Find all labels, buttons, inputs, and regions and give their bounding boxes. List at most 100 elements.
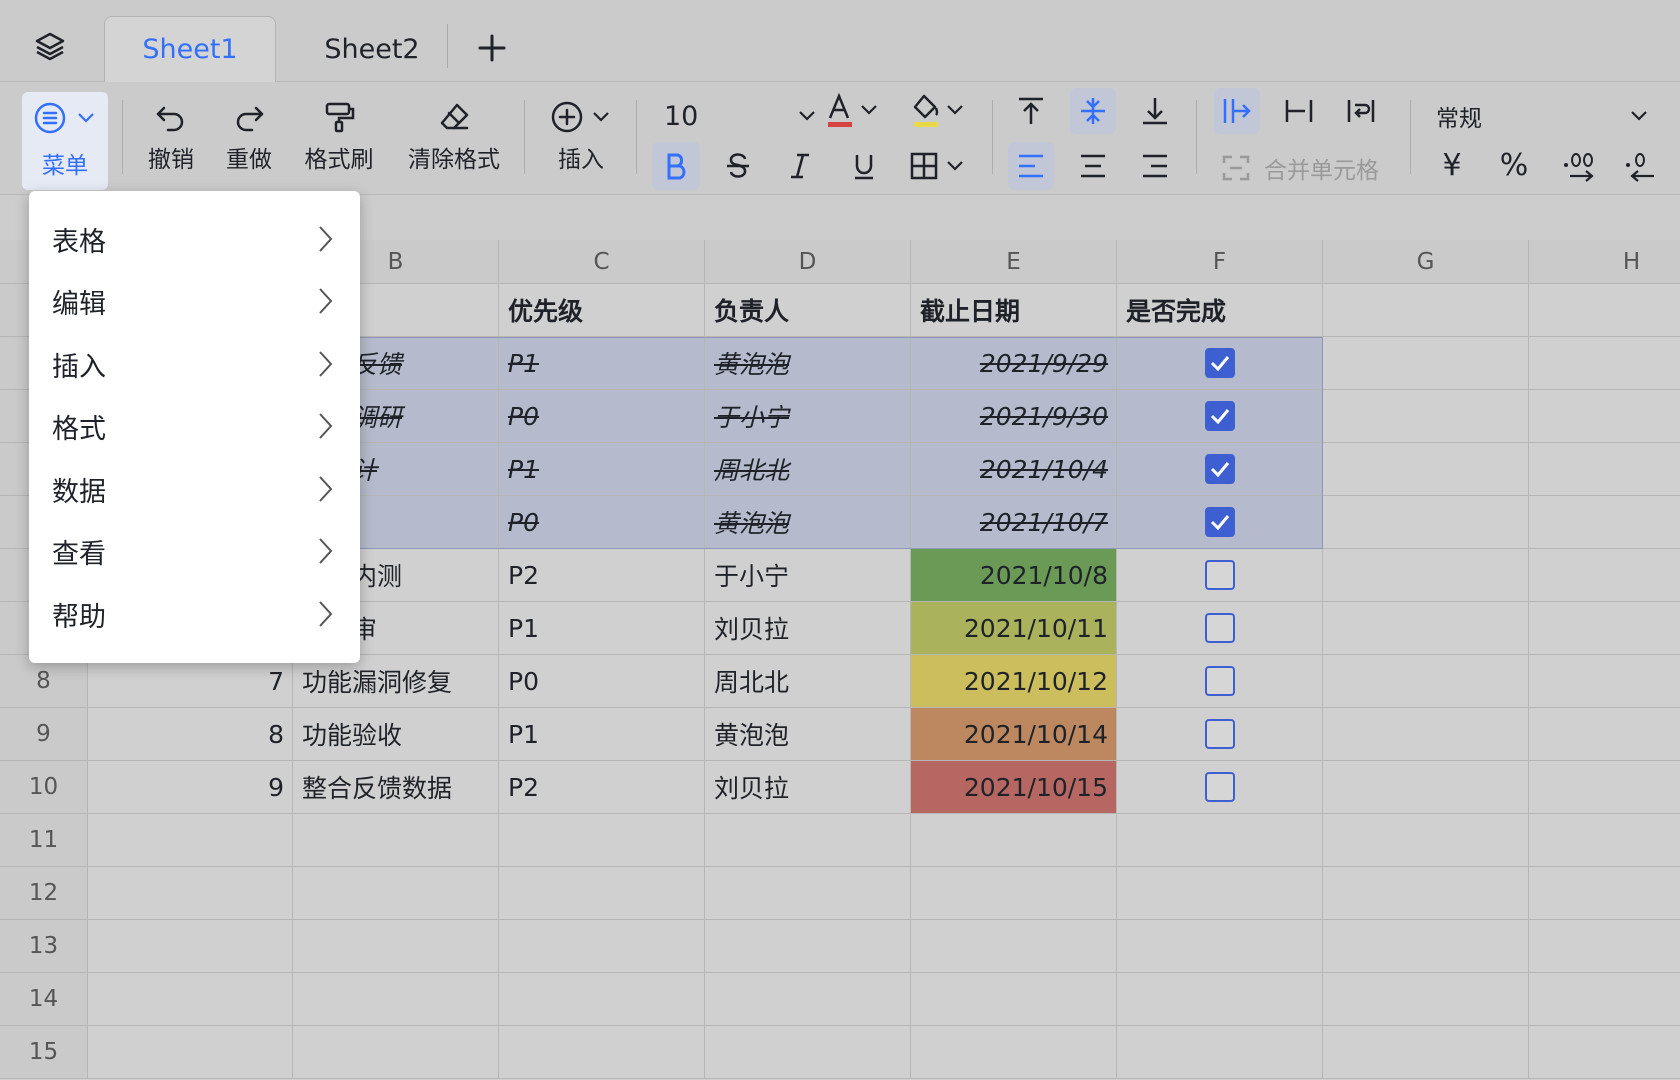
table-cell[interactable]: 是否完成	[1117, 284, 1323, 337]
underline-button[interactable]	[840, 142, 888, 190]
align-bottom-button[interactable]	[1132, 88, 1178, 134]
table-cell[interactable]: P1	[499, 337, 705, 390]
menu-item-help[interactable]: 帮助	[29, 583, 360, 645]
menu-item-edit[interactable]: 编辑	[29, 270, 360, 332]
table-cell[interactable]	[1323, 443, 1529, 496]
table-cell[interactable]: P1	[499, 708, 705, 761]
table-cell[interactable]	[1323, 761, 1529, 814]
table-cell[interactable]	[88, 973, 293, 1026]
text-clip-button[interactable]	[1276, 88, 1322, 134]
table-cell[interactable]	[499, 867, 705, 920]
completion-checkbox[interactable]	[1204, 719, 1235, 749]
table-cell[interactable]	[1117, 549, 1323, 602]
table-cell[interactable]: 黄泡泡	[705, 496, 911, 549]
table-cell[interactable]	[1529, 337, 1680, 390]
table-cell[interactable]	[499, 920, 705, 973]
table-cell[interactable]: P2	[499, 761, 705, 814]
menu-item-table[interactable]: 表格	[29, 208, 360, 270]
format-painter-button[interactable]: 格式刷	[300, 100, 378, 174]
table-cell[interactable]	[1529, 814, 1680, 867]
table-cell[interactable]	[1323, 496, 1529, 549]
table-cell[interactable]: 刘贝拉	[705, 602, 911, 655]
currency-button[interactable]: ¥	[1434, 148, 1470, 184]
table-cell[interactable]	[705, 867, 911, 920]
table-cell[interactable]	[1529, 867, 1680, 920]
table-cell[interactable]: 整合反馈数据	[293, 761, 499, 814]
tab-sheet1[interactable]: Sheet1	[104, 16, 276, 82]
completion-checkbox[interactable]	[1204, 613, 1235, 643]
align-right-button[interactable]	[1132, 142, 1178, 190]
increase-decimal-button[interactable]	[1618, 148, 1662, 188]
table-cell[interactable]: 2021/10/7	[911, 496, 1117, 549]
table-cell[interactable]	[499, 973, 705, 1026]
table-cell[interactable]	[1323, 867, 1529, 920]
table-cell[interactable]	[911, 973, 1117, 1026]
table-cell[interactable]	[911, 814, 1117, 867]
table-cell[interactable]	[705, 920, 911, 973]
table-cell[interactable]	[1529, 973, 1680, 1026]
completion-checkbox[interactable]	[1204, 401, 1235, 431]
table-cell[interactable]: P1	[499, 443, 705, 496]
table-cell[interactable]	[911, 867, 1117, 920]
table-cell[interactable]	[705, 814, 911, 867]
table-cell[interactable]: 2021/10/12	[911, 655, 1117, 708]
row-header[interactable]: 12	[0, 867, 88, 920]
tab-sheet2[interactable]: Sheet2	[286, 16, 458, 82]
table-cell[interactable]: 2021/9/29	[911, 337, 1117, 390]
font-size-select[interactable]: 10	[664, 96, 824, 136]
merge-cells-button[interactable]: 合并单元格	[1220, 150, 1390, 186]
table-cell[interactable]: 周北北	[705, 443, 911, 496]
table-cell[interactable]	[499, 1026, 705, 1079]
table-cell[interactable]	[911, 1026, 1117, 1079]
table-cell[interactable]: 负责人	[705, 284, 911, 337]
table-cell[interactable]	[1323, 602, 1529, 655]
table-cell[interactable]	[1117, 390, 1323, 443]
table-cell[interactable]: 刘贝拉	[705, 761, 911, 814]
table-cell[interactable]: P0	[499, 496, 705, 549]
align-center-button[interactable]	[1070, 142, 1116, 190]
clear-format-button[interactable]: 清除格式	[404, 100, 504, 174]
table-cell[interactable]: 2021/10/14	[911, 708, 1117, 761]
column-header-c[interactable]: C	[499, 240, 705, 284]
table-cell[interactable]	[1117, 443, 1323, 496]
table-cell[interactable]: 周北北	[705, 655, 911, 708]
table-cell[interactable]	[1323, 549, 1529, 602]
table-cell[interactable]: 2021/10/11	[911, 602, 1117, 655]
table-cell[interactable]	[1117, 814, 1323, 867]
table-cell[interactable]: 2021/10/15	[911, 761, 1117, 814]
border-button[interactable]	[908, 142, 974, 190]
text-wrap-button[interactable]	[1338, 88, 1384, 134]
text-overflow-button[interactable]	[1214, 88, 1260, 134]
table-cell[interactable]	[1529, 1026, 1680, 1079]
table-cell[interactable]	[88, 1026, 293, 1079]
table-cell[interactable]: P0	[499, 655, 705, 708]
table-cell[interactable]	[1323, 814, 1529, 867]
completion-checkbox[interactable]	[1204, 454, 1235, 484]
row-header[interactable]: 9	[0, 708, 88, 761]
completion-checkbox[interactable]	[1204, 507, 1235, 537]
table-cell[interactable]	[911, 920, 1117, 973]
row-header[interactable]: 10	[0, 761, 88, 814]
column-header-d[interactable]: D	[705, 240, 911, 284]
table-cell[interactable]: 2021/9/30	[911, 390, 1117, 443]
table-cell[interactable]	[1529, 708, 1680, 761]
table-cell[interactable]: 9	[88, 761, 293, 814]
menu-item-insert[interactable]: 插入	[29, 333, 360, 395]
menu-item-format[interactable]: 格式	[29, 395, 360, 457]
table-cell[interactable]	[1529, 284, 1680, 337]
table-cell[interactable]: 8	[88, 708, 293, 761]
row-header[interactable]: 14	[0, 973, 88, 1026]
table-cell[interactable]: 于小宁	[705, 549, 911, 602]
table-cell[interactable]: 于小宁	[705, 390, 911, 443]
align-top-button[interactable]	[1008, 88, 1054, 134]
table-cell[interactable]	[1117, 708, 1323, 761]
table-cell[interactable]	[293, 1026, 499, 1079]
table-cell[interactable]: 截止日期	[911, 284, 1117, 337]
table-cell[interactable]	[1117, 337, 1323, 390]
table-cell[interactable]	[1529, 390, 1680, 443]
table-cell[interactable]	[1529, 496, 1680, 549]
table-cell[interactable]	[1117, 1026, 1323, 1079]
undo-button[interactable]: 撤销	[140, 100, 202, 174]
table-cell[interactable]	[1529, 761, 1680, 814]
column-header-g[interactable]: G	[1323, 240, 1529, 284]
